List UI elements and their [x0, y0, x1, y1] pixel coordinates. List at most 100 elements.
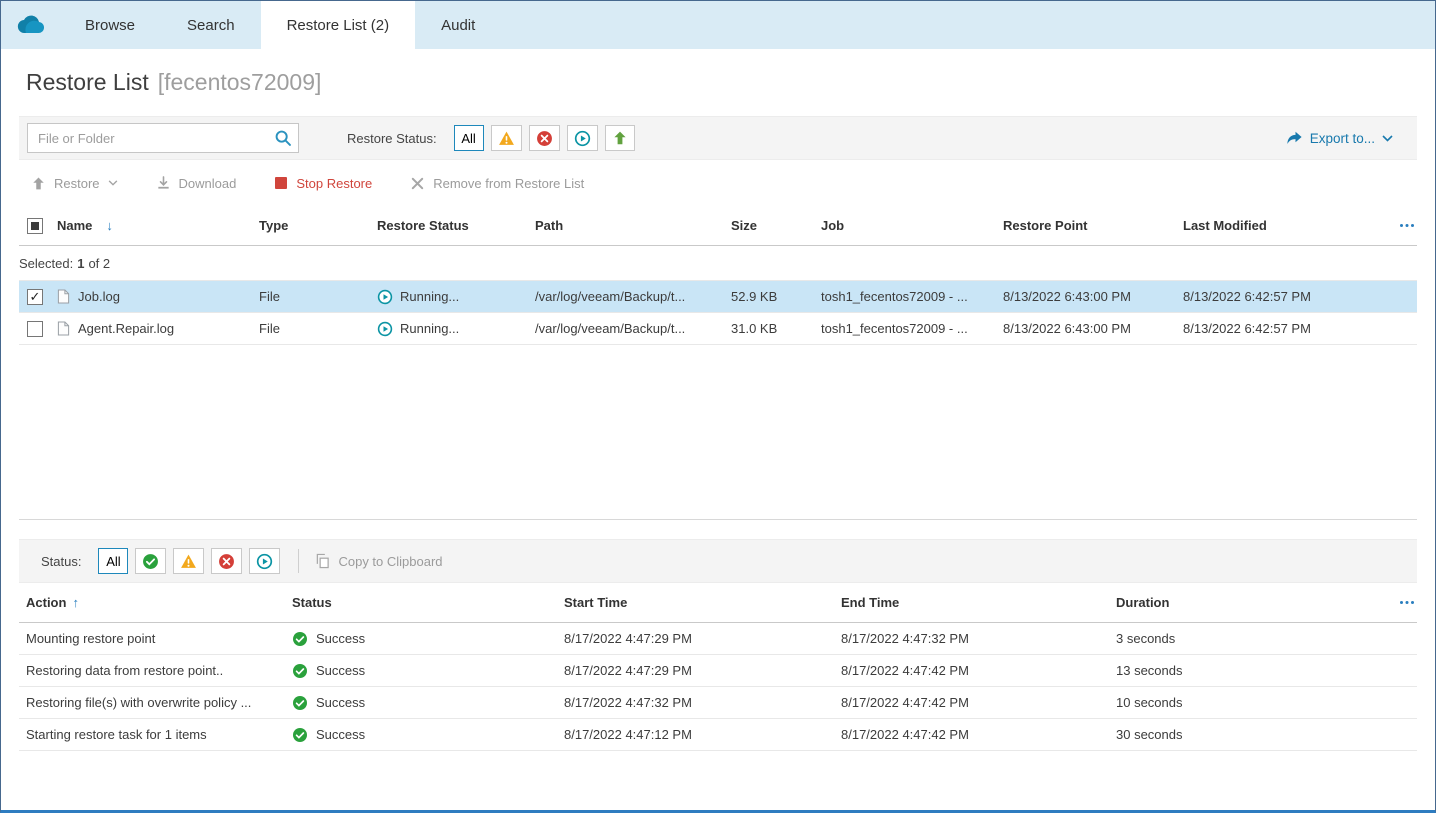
- task-status-text: Success: [316, 727, 365, 742]
- column-header-end-time[interactable]: End Time: [841, 595, 1116, 610]
- column-header-name[interactable]: Name: [57, 218, 259, 233]
- column-options-icon[interactable]: [1389, 600, 1417, 605]
- page-title-text: Restore List: [26, 69, 149, 96]
- running-icon: [377, 289, 393, 305]
- filter-warning-button[interactable]: [491, 125, 522, 151]
- file-table: Name Type Restore Status Path Size Job R…: [1, 206, 1435, 519]
- task-filter-warning-button[interactable]: [173, 548, 204, 574]
- remove-from-restore-list-button[interactable]: Remove from Restore List: [410, 176, 584, 191]
- success-icon: [142, 553, 159, 570]
- task-table: Action Status Start Time End Time Durati…: [1, 583, 1435, 751]
- export-label: Export to...: [1310, 131, 1375, 146]
- search-input[interactable]: [27, 123, 299, 153]
- column-header-last-modified[interactable]: Last Modified: [1183, 218, 1389, 233]
- search-icon[interactable]: [274, 129, 292, 147]
- main-tabs: Browse Search Restore List (2) Audit: [59, 1, 501, 49]
- table-row[interactable]: Job.log File Running... /var/log/veeam/B…: [19, 281, 1417, 313]
- column-header-restore-status[interactable]: Restore Status: [377, 218, 535, 233]
- page-title-host: [fecentos72009]: [158, 69, 322, 96]
- column-header-size[interactable]: Size: [731, 218, 821, 233]
- section-divider: [19, 519, 1417, 520]
- task-end-time: 8/17/2022 4:47:42 PM: [841, 695, 1116, 710]
- column-header-duration[interactable]: Duration: [1116, 595, 1389, 610]
- task-filter-running-button[interactable]: [249, 548, 280, 574]
- file-name: Job.log: [78, 289, 120, 304]
- task-duration: 13 seconds: [1116, 663, 1389, 678]
- column-header-start-time[interactable]: Start Time: [564, 595, 841, 610]
- file-job: tosh1_fecentos72009 - ...: [821, 289, 1003, 304]
- file-size: 31.0 KB: [731, 321, 821, 336]
- download-label: Download: [179, 176, 237, 191]
- task-filter-all-button[interactable]: All: [98, 548, 128, 574]
- stop-restore-button[interactable]: Stop Restore: [274, 176, 372, 191]
- task-duration: 30 seconds: [1116, 727, 1389, 742]
- sort-descending-icon: [100, 218, 113, 233]
- filter-restored-button[interactable]: [605, 125, 635, 151]
- actions-toolbar: Restore Download Stop Restor: [1, 160, 1435, 206]
- last-modified: 8/13/2022 6:42:57 PM: [1183, 321, 1389, 336]
- row-checkbox[interactable]: [27, 321, 43, 337]
- filter-failed-button[interactable]: [529, 125, 560, 151]
- task-end-time: 8/17/2022 4:47:42 PM: [841, 663, 1116, 678]
- table-row[interactable]: Agent.Repair.log File Running... /var/lo…: [19, 313, 1417, 345]
- restore-app-window: Browse Search Restore List (2) Audit Res…: [0, 0, 1436, 813]
- column-options-icon[interactable]: [1389, 223, 1417, 228]
- toolbar-separator: [298, 549, 299, 573]
- last-modified: 8/13/2022 6:42:57 PM: [1183, 289, 1389, 304]
- column-header-restore-point[interactable]: Restore Point: [1003, 218, 1183, 233]
- task-duration: 10 seconds: [1116, 695, 1389, 710]
- task-filter-failed-button[interactable]: [211, 548, 242, 574]
- tab-restore-list[interactable]: Restore List (2): [261, 1, 416, 49]
- app-logo-icon: [1, 1, 59, 49]
- success-icon: [292, 695, 308, 711]
- file-path: /var/log/veeam/Backup/t...: [535, 321, 731, 336]
- copy-to-clipboard-button[interactable]: Copy to Clipboard: [315, 553, 442, 569]
- select-all-checkbox[interactable]: [27, 218, 43, 234]
- running-icon: [256, 553, 273, 570]
- column-header-status[interactable]: Status: [292, 595, 564, 610]
- running-icon: [377, 321, 393, 337]
- tab-browse[interactable]: Browse: [59, 1, 161, 49]
- filter-running-button[interactable]: [567, 125, 598, 151]
- restore-button[interactable]: Restore: [31, 176, 118, 191]
- row-checkbox[interactable]: [27, 289, 43, 305]
- task-end-time: 8/17/2022 4:47:42 PM: [841, 727, 1116, 742]
- chevron-down-icon: [108, 180, 118, 186]
- task-status-text: Success: [316, 663, 365, 678]
- task-table-header: Action Status Start Time End Time Durati…: [19, 583, 1417, 623]
- task-status-text: Success: [316, 695, 365, 710]
- error-icon: [536, 130, 553, 147]
- file-job: tosh1_fecentos72009 - ...: [821, 321, 1003, 336]
- file-type: File: [259, 289, 377, 304]
- warning-icon: [180, 553, 197, 570]
- copy-to-clipboard-label: Copy to Clipboard: [338, 554, 442, 569]
- task-row[interactable]: Starting restore task for 1 items Succes…: [19, 719, 1417, 751]
- column-header-path[interactable]: Path: [535, 218, 731, 233]
- tab-audit[interactable]: Audit: [415, 1, 501, 49]
- export-button[interactable]: Export to...: [1285, 131, 1393, 146]
- restore-point: 8/13/2022 6:43:00 PM: [1003, 289, 1183, 304]
- restore-label: Restore: [54, 176, 100, 191]
- task-action: Starting restore task for 1 items: [19, 727, 292, 742]
- file-size: 52.9 KB: [731, 289, 821, 304]
- task-start-time: 8/17/2022 4:47:29 PM: [564, 631, 841, 646]
- remove-label: Remove from Restore List: [433, 176, 584, 191]
- file-table-header: Name Type Restore Status Path Size Job R…: [19, 206, 1417, 246]
- task-status-toolbar: Status: All: [19, 539, 1417, 583]
- warning-icon: [498, 130, 515, 147]
- restore-status-text: Running...: [400, 321, 459, 336]
- task-start-time: 8/17/2022 4:47:12 PM: [564, 727, 841, 742]
- tab-search[interactable]: Search: [161, 1, 261, 49]
- column-header-action[interactable]: Action: [19, 595, 292, 610]
- file-icon: [57, 321, 70, 336]
- filter-all-button[interactable]: All: [454, 125, 484, 151]
- download-button[interactable]: Download: [156, 176, 237, 191]
- task-row[interactable]: Mounting restore point Success 8/17/2022…: [19, 623, 1417, 655]
- task-filter-success-button[interactable]: [135, 548, 166, 574]
- task-row[interactable]: Restoring file(s) with overwrite policy …: [19, 687, 1417, 719]
- selection-summary: Selected: 1 of 2: [19, 246, 1417, 281]
- column-header-job[interactable]: Job: [821, 218, 1003, 233]
- remove-x-icon: [410, 176, 425, 191]
- task-row[interactable]: Restoring data from restore point.. Succ…: [19, 655, 1417, 687]
- column-header-type[interactable]: Type: [259, 218, 377, 233]
